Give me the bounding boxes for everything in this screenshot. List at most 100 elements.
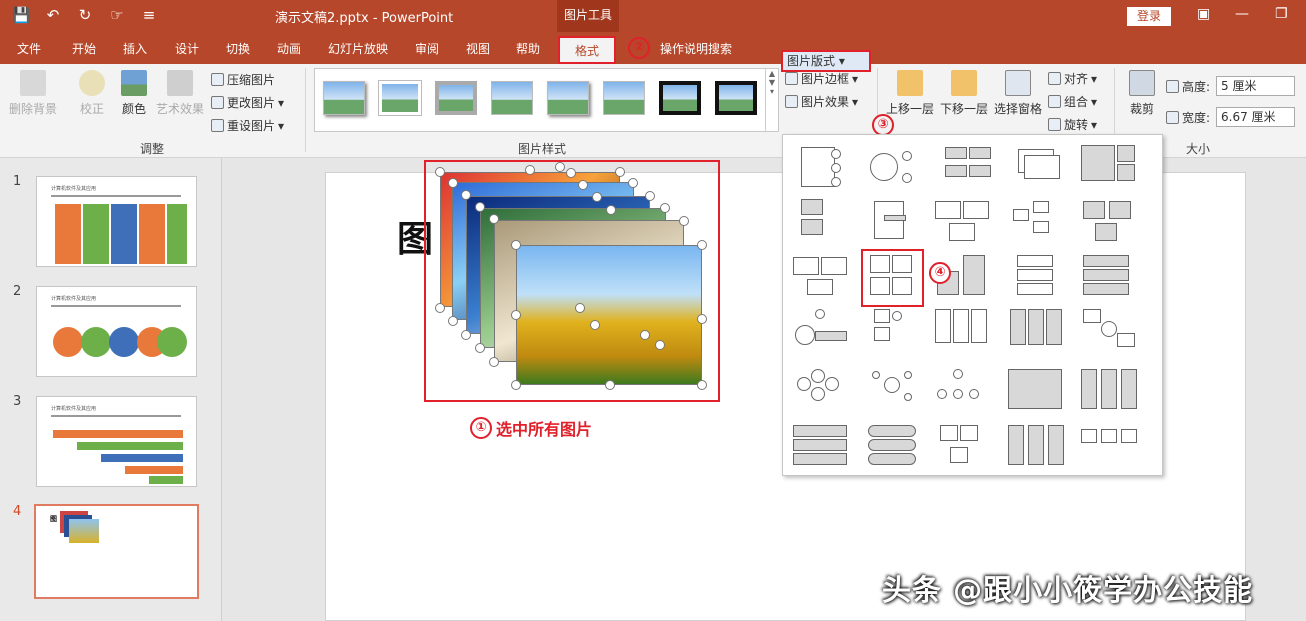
corrections-button[interactable]: 校正	[72, 70, 112, 117]
step2-badge: ②	[628, 37, 650, 59]
change-picture-icon	[211, 96, 224, 109]
slide-thumb-3[interactable]: 计算机软件及其应用	[36, 396, 197, 487]
tab-view[interactable]: 视图	[466, 40, 490, 57]
crop-button[interactable]: 裁剪	[1124, 70, 1160, 117]
layout-shape	[801, 219, 823, 235]
slide-thumb-2[interactable]: 计算机软件及其应用	[36, 286, 197, 377]
style-thumb-8[interactable]	[715, 81, 757, 115]
selection-pane-button[interactable]: 选择窗格	[992, 70, 1044, 117]
layout-option[interactable]	[1018, 145, 1078, 197]
layout-option[interactable]	[868, 199, 928, 251]
style-thumb-1[interactable]	[323, 81, 365, 115]
layout-shape	[945, 165, 967, 177]
tell-me-search[interactable]: 操作说明搜索	[660, 40, 732, 57]
layout-option[interactable]	[793, 253, 853, 305]
send-backward-button[interactable]: 下移一层	[938, 70, 990, 117]
layout-option[interactable]	[868, 307, 928, 359]
tab-format[interactable]: 格式	[558, 36, 616, 64]
layout-option[interactable]	[1081, 145, 1141, 197]
style-thumb-3[interactable]	[435, 81, 477, 115]
restore-icon[interactable]: ❐	[1275, 6, 1288, 22]
layout-option[interactable]	[1008, 367, 1068, 419]
style-thumb-4[interactable]	[491, 81, 533, 115]
height-input[interactable]: 5 厘米	[1216, 76, 1295, 96]
picture-layout-button[interactable]: 图片版式 ▾	[781, 50, 871, 72]
tab-insert[interactable]: 插入	[123, 40, 147, 57]
layout-option[interactable]	[933, 199, 993, 251]
layout-option[interactable]	[793, 199, 853, 251]
layout-option[interactable]	[943, 145, 1003, 197]
layout-option[interactable]	[933, 367, 993, 419]
tab-home[interactable]: 开始	[72, 40, 96, 57]
ribbon-display-icon[interactable]: ▣	[1197, 6, 1210, 22]
gallery-scrollbar[interactable]: ▲ ▼ ▾	[765, 69, 778, 131]
chevron-down-icon: ▾	[1091, 117, 1098, 132]
layout-option[interactable]	[1081, 307, 1141, 359]
picture-styles-gallery: ▲ ▼ ▾	[314, 68, 779, 132]
layout-option[interactable]	[1081, 253, 1141, 305]
login-button[interactable]: 登录	[1127, 7, 1171, 26]
change-picture-button[interactable]: 更改图片 ▾	[211, 94, 284, 111]
chevron-down-icon: ▾	[838, 54, 845, 68]
style-thumb-6[interactable]	[603, 81, 645, 115]
layout-option[interactable]	[793, 367, 853, 419]
layout-option[interactable]	[1011, 253, 1071, 305]
picture-border-button[interactable]: 图片边框 ▾	[785, 70, 858, 87]
tab-review[interactable]: 审阅	[415, 40, 439, 57]
tab-animations[interactable]: 动画	[277, 40, 301, 57]
layout-shape	[1010, 309, 1026, 345]
slide-number: 3	[13, 394, 22, 409]
layout-option[interactable]	[868, 423, 928, 475]
layout-option[interactable]	[868, 145, 928, 197]
redo-icon[interactable]: ↻	[76, 6, 94, 24]
layout-option[interactable]	[1081, 199, 1141, 251]
layout-shape	[801, 199, 823, 215]
align-button[interactable]: 对齐 ▾	[1048, 70, 1097, 87]
customize-qat-icon[interactable]: ≡	[140, 6, 158, 24]
layout-option[interactable]	[938, 423, 998, 475]
slide-thumb-1[interactable]: 计算机软件及其应用	[36, 176, 197, 267]
layout-option[interactable]	[868, 367, 928, 419]
layout-option[interactable]	[1008, 307, 1068, 359]
picture-effects-button[interactable]: 图片效果 ▾	[785, 93, 858, 110]
slide-thumb-4[interactable]: 图	[34, 504, 199, 599]
layout-option[interactable]	[1011, 199, 1071, 251]
rotate-button[interactable]: 旋转 ▾	[1048, 116, 1097, 133]
tab-file[interactable]: 文件	[17, 40, 41, 57]
width-input[interactable]: 6.67 厘米	[1216, 107, 1295, 127]
layout-shape	[807, 279, 833, 295]
style-thumb-2[interactable]	[378, 80, 422, 116]
artistic-effects-button[interactable]: 艺术效果	[154, 70, 206, 117]
shape	[101, 454, 183, 462]
touch-mode-icon[interactable]: ☞	[108, 6, 126, 24]
layout-option[interactable]	[1008, 423, 1068, 475]
tab-slideshow[interactable]: 幻灯片放映	[328, 40, 388, 57]
layout-option[interactable]	[793, 423, 853, 475]
reset-picture-button[interactable]: 重设图片 ▾	[211, 117, 284, 134]
tab-help[interactable]: 帮助	[516, 40, 540, 57]
shape	[81, 327, 111, 357]
bring-forward-button[interactable]: 上移一层	[884, 70, 936, 117]
layout-option[interactable]	[933, 307, 993, 359]
undo-icon[interactable]: ↶	[44, 6, 62, 24]
layout-shape	[953, 369, 963, 379]
compress-pictures-button[interactable]: 压缩图片	[211, 71, 275, 88]
layout-option[interactable]	[1081, 367, 1141, 419]
remove-background-button[interactable]: 删除背景	[6, 70, 60, 117]
layout-option[interactable]	[793, 307, 853, 359]
tab-transitions[interactable]: 切换	[226, 40, 250, 57]
chevron-down-icon: ▾	[1091, 71, 1098, 86]
tab-design[interactable]: 设计	[175, 40, 199, 57]
artistic-effects-icon	[167, 70, 193, 96]
chevron-down-icon: ▾	[1091, 94, 1098, 109]
minimize-icon[interactable]: —	[1235, 6, 1249, 22]
layout-option[interactable]	[1081, 423, 1141, 475]
group-button[interactable]: 组合 ▾	[1048, 93, 1097, 110]
style-thumb-7[interactable]	[659, 81, 701, 115]
save-icon[interactable]: 💾	[12, 6, 31, 24]
layout-option[interactable]	[793, 145, 853, 197]
style-thumb-5[interactable]	[547, 81, 589, 115]
color-button[interactable]: 颜色	[116, 70, 152, 117]
shape	[111, 204, 137, 264]
layout-shape	[874, 327, 890, 341]
